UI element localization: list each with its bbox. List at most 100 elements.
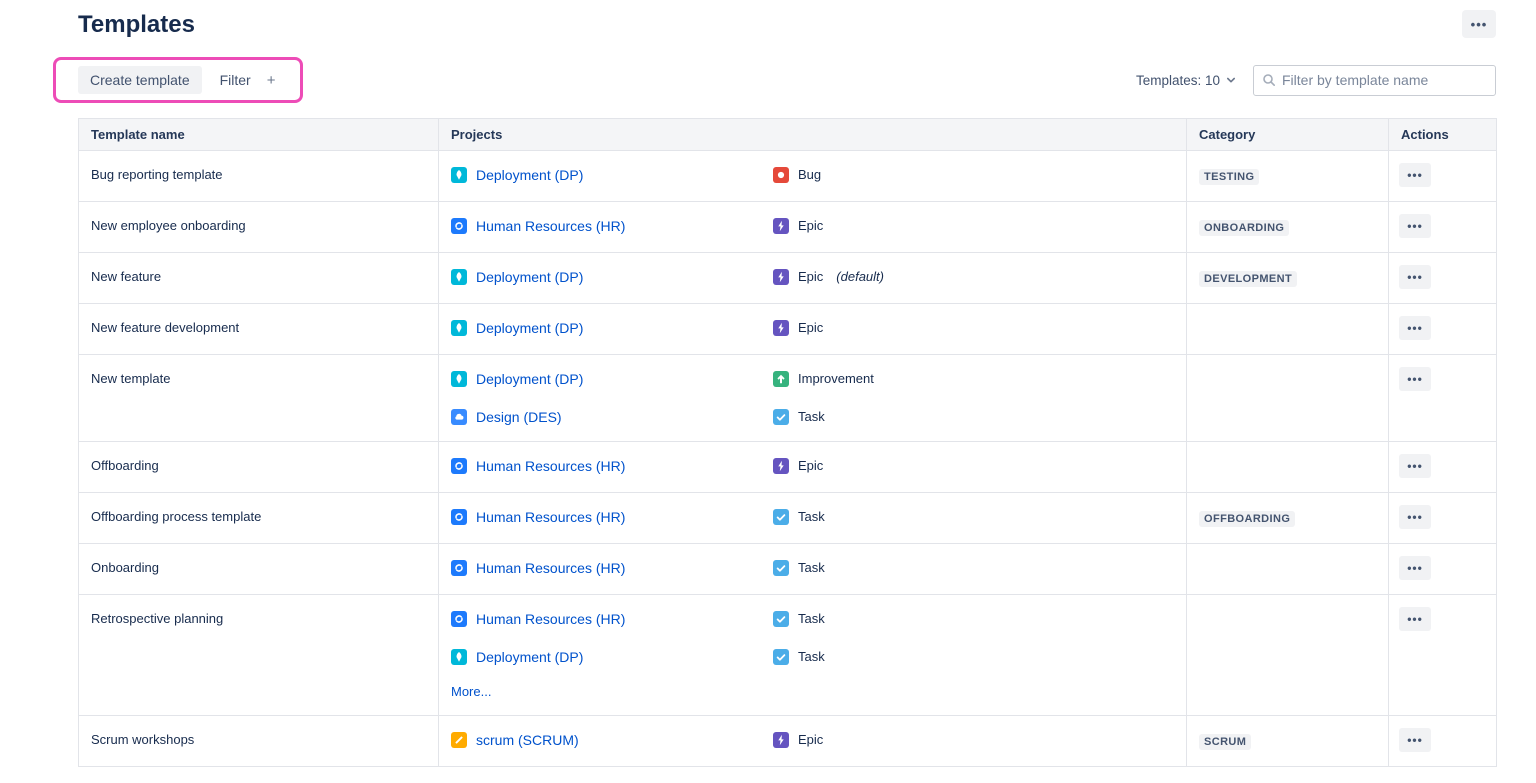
filter-button[interactable]: Filter: [220, 72, 251, 88]
category-badge: SCRUM: [1199, 734, 1251, 750]
create-template-button[interactable]: Create template: [78, 66, 202, 94]
issue-type-label: Bug: [798, 165, 821, 185]
search-icon: [1262, 73, 1276, 87]
row-actions-button[interactable]: •••: [1399, 367, 1431, 391]
issue-type-label: Epic: [798, 456, 823, 476]
table-row: New template Deployment (DP) Improvement…: [79, 355, 1497, 442]
project-link[interactable]: Deployment (DP): [451, 267, 773, 287]
project-link[interactable]: Deployment (DP): [451, 369, 773, 389]
task-issue-icon: [773, 611, 789, 627]
deployment-project-icon: [451, 649, 467, 665]
project-link[interactable]: Human Resources (HR): [451, 216, 773, 236]
hr-project-icon: [451, 458, 467, 474]
template-name: Scrum workshops: [91, 732, 194, 747]
table-row: Retrospective planning Human Resources (…: [79, 595, 1497, 716]
project-link-label: Human Resources (HR): [476, 507, 625, 527]
project-link[interactable]: Design (DES): [451, 407, 773, 427]
project-link[interactable]: scrum (SCRUM): [451, 730, 773, 750]
page-header: Templates •••: [78, 10, 1496, 40]
project-link[interactable]: Human Resources (HR): [451, 609, 773, 629]
more-link[interactable]: More...: [451, 684, 491, 699]
project-link-label: Deployment (DP): [476, 369, 583, 389]
search-box: [1253, 65, 1496, 96]
ellipsis-icon: •••: [1407, 733, 1423, 747]
task-issue-icon: [773, 409, 789, 425]
project-link-label: scrum (SCRUM): [476, 730, 579, 750]
issue-type-label: Task: [798, 647, 825, 667]
project-link[interactable]: Human Resources (HR): [451, 507, 773, 527]
improvement-issue-icon: [773, 371, 789, 387]
toolbar-right: Templates: 10: [1136, 65, 1496, 96]
project-link-label: Deployment (DP): [476, 647, 583, 667]
issue-type: Epic: [773, 730, 823, 750]
col-header-category: Category: [1187, 119, 1389, 151]
row-actions-button[interactable]: •••: [1399, 556, 1431, 580]
row-actions-button[interactable]: •••: [1399, 728, 1431, 752]
project-entries: Deployment (DP) Epic (default): [451, 267, 1174, 287]
row-actions-button[interactable]: •••: [1399, 163, 1431, 187]
toolbar: Create template Filter + Templates: 10: [78, 57, 1496, 103]
templates-count-dropdown[interactable]: Templates: 10: [1136, 73, 1237, 88]
issue-type: Task: [773, 647, 825, 667]
template-name: New feature: [91, 269, 161, 284]
task-issue-icon: [773, 649, 789, 665]
project-link-label: Deployment (DP): [476, 267, 583, 287]
project-entries: Human Resources (HR) Epic: [451, 456, 1174, 476]
project-link[interactable]: Human Resources (HR): [451, 558, 773, 578]
project-entries: Deployment (DP) Epic: [451, 318, 1174, 338]
row-actions-button[interactable]: •••: [1399, 505, 1431, 529]
task-issue-icon: [773, 509, 789, 525]
table-row: New feature Deployment (DP) Epic (defaul…: [79, 253, 1497, 304]
project-link[interactable]: Deployment (DP): [451, 647, 773, 667]
issue-type-label: Task: [798, 609, 825, 629]
hr-project-icon: [451, 611, 467, 627]
project-entries: Human Resources (HR) Task: [451, 558, 1174, 578]
issue-type: Epic (default): [773, 267, 884, 287]
deployment-project-icon: [451, 167, 467, 183]
page-title: Templates: [78, 10, 195, 40]
issue-type: Task: [773, 609, 825, 629]
hr-project-icon: [451, 560, 467, 576]
category-badge: ONBOARDING: [1199, 220, 1289, 236]
table-row: New feature development Deployment (DP) …: [79, 304, 1497, 355]
issue-type: Task: [773, 558, 825, 578]
category-badge: DEVELOPMENT: [1199, 271, 1297, 287]
templates-count-label: Templates: 10: [1136, 73, 1220, 88]
col-header-actions: Actions: [1389, 119, 1497, 151]
table-row: Offboarding process template Human Resou…: [79, 493, 1497, 544]
bug-issue-icon: [773, 167, 789, 183]
add-filter-button[interactable]: +: [267, 72, 276, 89]
row-actions-button[interactable]: •••: [1399, 454, 1431, 478]
table-row: Scrum workshops scrum (SCRUM) Epic SCRUM…: [79, 716, 1497, 767]
row-actions-button[interactable]: •••: [1399, 265, 1431, 289]
page-more-button[interactable]: •••: [1462, 10, 1496, 38]
project-link[interactable]: Human Resources (HR): [451, 456, 773, 476]
project-link-label: Human Resources (HR): [476, 216, 625, 236]
row-actions-button[interactable]: •••: [1399, 316, 1431, 340]
project-entries: Human Resources (HR) Task Deployment (DP…: [451, 609, 1174, 667]
template-name: Onboarding: [91, 560, 159, 575]
project-link[interactable]: Deployment (DP): [451, 318, 773, 338]
ellipsis-icon: •••: [1407, 459, 1423, 473]
row-actions-button[interactable]: •••: [1399, 214, 1431, 238]
row-actions-button[interactable]: •••: [1399, 607, 1431, 631]
table-header-row: Template name Projects Category Actions: [79, 119, 1497, 151]
issue-type: Epic: [773, 318, 823, 338]
issue-type-label: Epic: [798, 216, 823, 236]
template-search-input[interactable]: [1282, 66, 1487, 95]
chevron-down-icon: [1225, 74, 1237, 86]
design-project-icon: [451, 409, 467, 425]
issue-type: Task: [773, 507, 825, 527]
template-name: New template: [91, 371, 170, 386]
templates-table: Template name Projects Category Actions …: [78, 118, 1497, 767]
ellipsis-icon: •••: [1407, 510, 1423, 524]
project-link-label: Design (DES): [476, 407, 562, 427]
project-link-label: Deployment (DP): [476, 318, 583, 338]
project-link[interactable]: Deployment (DP): [451, 165, 773, 185]
issue-type-label: Epic: [798, 267, 823, 287]
col-header-template-name: Template name: [79, 119, 439, 151]
table-row: New employee onboarding Human Resources …: [79, 202, 1497, 253]
issue-type-default-suffix: (default): [836, 267, 884, 287]
issue-type-label: Improvement: [798, 369, 874, 389]
epic-issue-icon: [773, 218, 789, 234]
